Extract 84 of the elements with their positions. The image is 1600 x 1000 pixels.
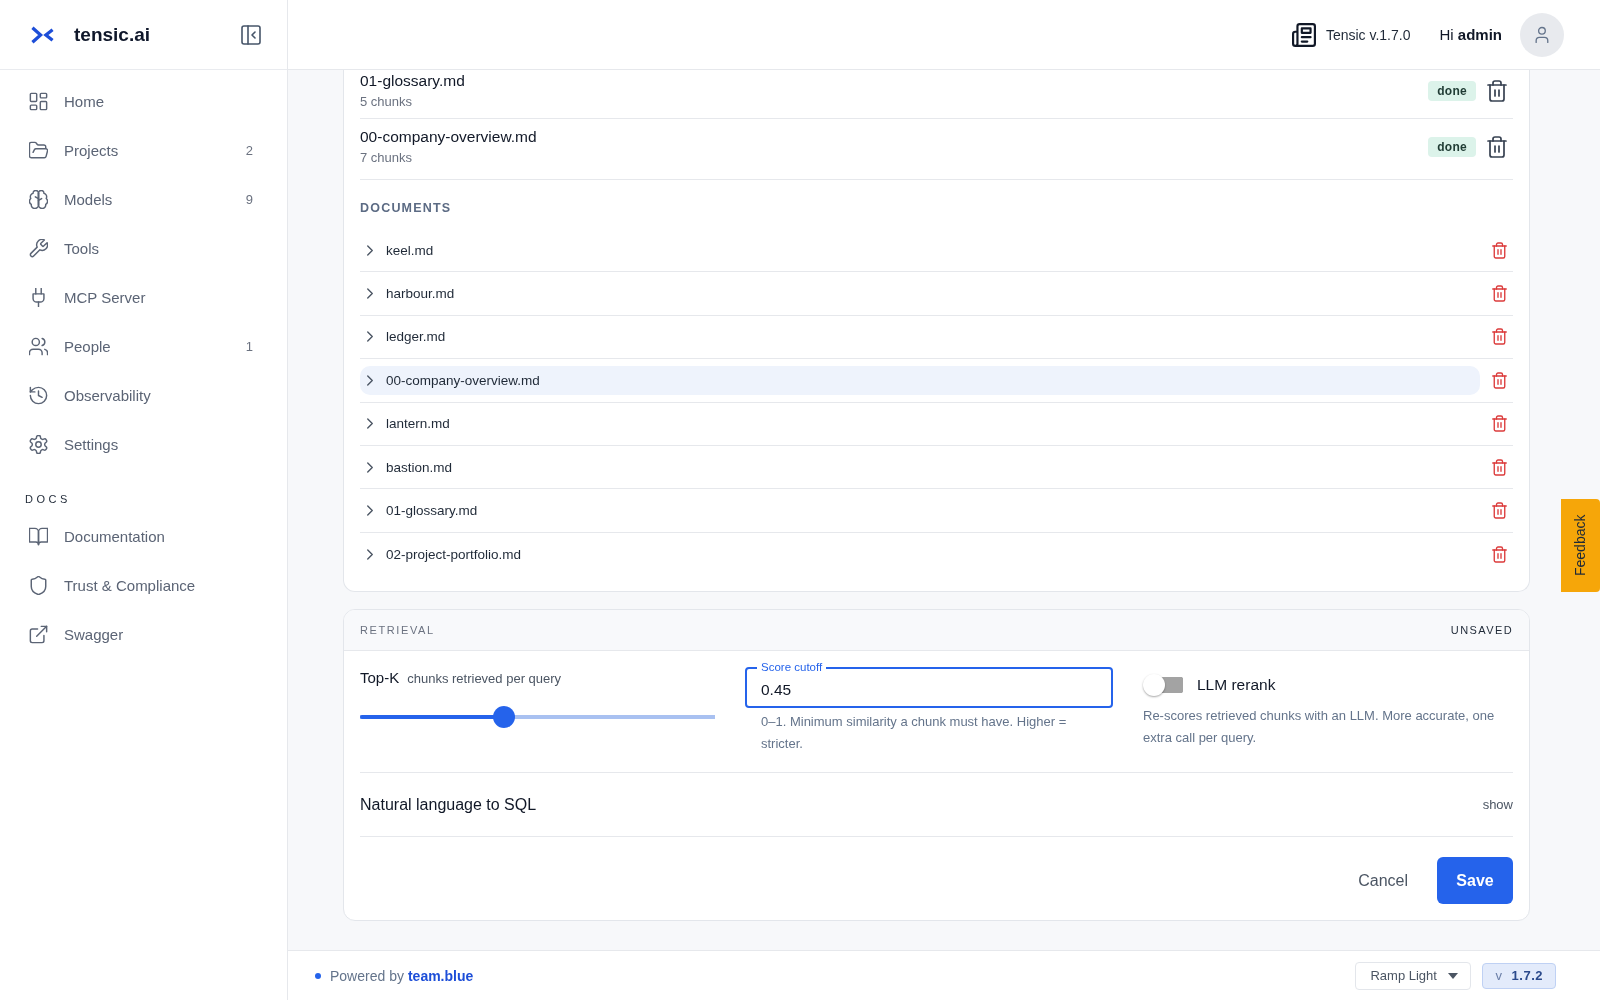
document-item[interactable]: 00-company-overview.md (360, 365, 1480, 395)
settings-icon (29, 435, 48, 454)
setting-hint: chunks retrieved per query (407, 671, 562, 687)
trash-icon (1487, 80, 1507, 102)
save-button[interactable]: Save (1437, 857, 1513, 905)
show-link[interactable]: show (1482, 797, 1513, 813)
nav-item[interactable]: People 1 (0, 322, 287, 371)
trash-icon (1492, 285, 1507, 303)
delete-button[interactable] (1492, 328, 1507, 346)
nav-item[interactable]: Trust & Compliance (0, 561, 287, 610)
file-name: 01-glossary.md (360, 71, 465, 91)
toggle-label: LLM rerank (1197, 676, 1276, 695)
nav-item[interactable]: Observability (0, 371, 287, 420)
chunk-count: 5 chunks (360, 93, 413, 111)
book-icon (29, 527, 48, 546)
slider-thumb[interactable] (493, 706, 516, 729)
nav-item[interactable]: Documentation (0, 512, 287, 561)
nav-item[interactable]: MCP Server (0, 273, 287, 322)
section-title: RETRIEVAL (360, 624, 435, 637)
wrench-icon (29, 239, 48, 258)
nav-item[interactable]: Settings (0, 420, 287, 469)
nav-item[interactable]: Home (0, 77, 287, 126)
trash-icon (1487, 136, 1507, 158)
delete-button[interactable] (1492, 502, 1507, 520)
trash-icon (1492, 502, 1507, 520)
section-heading: DOCUMENTS (360, 200, 453, 216)
delete-button[interactable] (1492, 371, 1507, 389)
logo-icon (31, 25, 54, 44)
trash-icon (1492, 371, 1507, 389)
nav-item[interactable]: Swagger (0, 610, 287, 659)
document-item[interactable]: 01-glossary.md (360, 496, 1480, 526)
section-heading: DOCS (24, 492, 72, 506)
users-icon (29, 337, 48, 356)
feedback-tab[interactable]: Feedback (1561, 499, 1600, 592)
setting-label: Top-K (360, 669, 400, 687)
delete-button[interactable] (1487, 80, 1507, 102)
grid-icon (29, 92, 48, 111)
plug-icon (29, 288, 48, 307)
delete-button[interactable] (1492, 241, 1507, 259)
document-item[interactable]: bastion.md (360, 452, 1480, 482)
version-badge: v 1.7.2 (1482, 962, 1556, 989)
chunk-count: 7 chunks (360, 149, 413, 167)
delete-button[interactable] (1492, 545, 1507, 563)
sidebar-toggle-icon[interactable] (241, 24, 261, 45)
nav-item[interactable]: Tools (0, 224, 287, 273)
status-badge: done (1428, 81, 1476, 101)
nav-item[interactable]: Projects 2 (0, 126, 287, 175)
document-item[interactable]: lantern.md (360, 409, 1480, 439)
unsaved-status: UNSAVED (1450, 624, 1513, 637)
delete-button[interactable] (1492, 415, 1507, 433)
delete-button[interactable] (1487, 136, 1507, 158)
brand-name: tensic.ai (74, 23, 151, 46)
document-item[interactable]: harbour.md (360, 279, 1480, 309)
help-text: Re-scores retrieved chunks with an LLM. More accurate, one extra call per query. (1143, 707, 1496, 748)
trash-icon (1492, 241, 1507, 259)
caret-icon (1448, 972, 1459, 979)
cancel-button[interactable]: Cancel (1358, 871, 1408, 890)
shield-icon (29, 576, 48, 595)
footer-link[interactable]: team.blue (407, 967, 474, 984)
delete-button[interactable] (1492, 285, 1507, 303)
version-button[interactable]: Tensic v.1.7.0 (1291, 22, 1411, 47)
document-item[interactable]: keel.md (360, 235, 1480, 265)
avatar-icon[interactable] (1520, 12, 1564, 57)
trash-icon (1492, 545, 1507, 563)
external-link-icon (29, 625, 48, 644)
status-dot-icon (315, 972, 321, 979)
document-item[interactable]: ledger.md (360, 322, 1480, 352)
nav-item[interactable]: Models 9 (0, 175, 287, 224)
document-item[interactable]: 02-project-portfolio.md (360, 539, 1480, 569)
trash-icon (1492, 328, 1507, 346)
powered-by-text: Powered by (330, 967, 404, 984)
delete-button[interactable] (1492, 458, 1507, 476)
brain-icon (29, 190, 48, 209)
file-name: 00-company-overview.md (360, 127, 537, 147)
folder-icon (29, 141, 48, 160)
newspaper-icon (1291, 22, 1316, 47)
trash-icon (1492, 415, 1507, 433)
help-text: 0–1. Minimum similarity a chunk must have. Higher = stricter. (760, 713, 1068, 754)
status-badge: done (1428, 137, 1476, 157)
section-label: Natural language to SQL (360, 795, 537, 814)
theme-select[interactable]: Ramp Light (1355, 961, 1472, 990)
greeting-text: Hi admin (1439, 26, 1502, 43)
history-icon (29, 386, 48, 405)
trash-icon (1492, 458, 1507, 476)
